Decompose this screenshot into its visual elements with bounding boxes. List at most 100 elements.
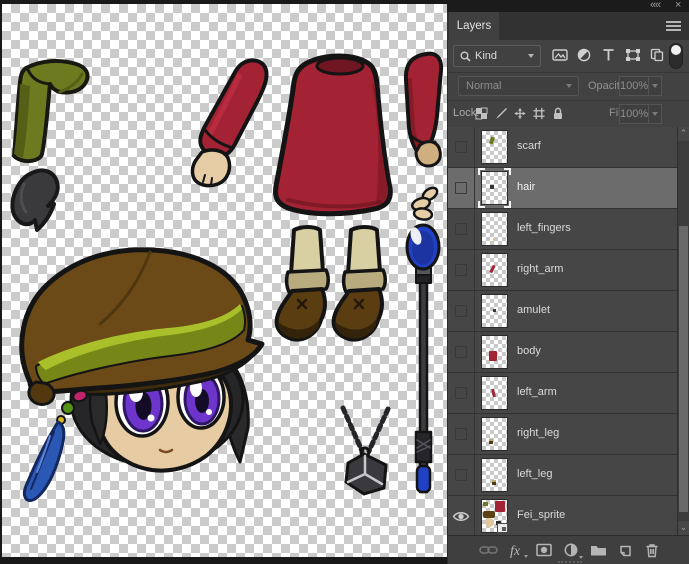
layer-name: right_leg <box>517 427 559 439</box>
layer-thumbnail[interactable] <box>481 171 508 205</box>
layer-thumbnail[interactable] <box>481 253 508 287</box>
blend-mode-dropdown[interactable]: Normal <box>458 76 579 96</box>
fx-label: fx <box>510 544 520 559</box>
search-icon <box>460 51 471 62</box>
layer-name: body <box>517 345 541 357</box>
layer-row-hair[interactable]: hair <box>448 168 677 209</box>
visibility-hidden-box <box>455 182 467 194</box>
lock-transparent-pixels-icon[interactable] <box>475 107 488 120</box>
application-window: «« × Layers Kind <box>0 0 689 564</box>
close-panel-icon[interactable]: × <box>675 0 679 12</box>
smart-objects-filter-icon[interactable] <box>650 48 664 62</box>
filter-kind-label: Kind <box>475 50 497 62</box>
layer-thumbnail[interactable] <box>481 499 508 533</box>
layer-thumbnail[interactable] <box>481 458 508 492</box>
visibility-toggle[interactable] <box>448 373 475 413</box>
panel-resize-grip[interactable] <box>558 561 582 563</box>
sprite-right-leg <box>277 227 329 340</box>
panel-content: Kind <box>447 40 689 564</box>
lock-image-pixels-icon[interactable] <box>494 107 508 120</box>
fill-field[interactable]: 100% <box>619 104 662 124</box>
toggle-knob <box>671 45 681 55</box>
lock-position-icon[interactable] <box>513 107 527 120</box>
blend-row: Normal Opacity: 100% <box>448 73 689 101</box>
visibility-toggle[interactable] <box>448 250 475 290</box>
layer-thumbnail[interactable] <box>481 376 508 410</box>
layer-row-right-arm[interactable]: right_arm <box>448 250 677 291</box>
layer-row-left-fingers[interactable]: left_fingers <box>448 209 677 250</box>
layer-thumbnail[interactable] <box>481 294 508 328</box>
link-layers-icon[interactable] <box>479 543 498 557</box>
layer-name: Fei_sprite <box>517 509 565 521</box>
new-adjustment-layer-icon[interactable] <box>564 543 578 557</box>
visibility-toggle[interactable] <box>448 127 475 167</box>
layer-filtering-toggle[interactable] <box>669 43 683 69</box>
lock-all-icon[interactable] <box>552 107 564 120</box>
visibility-toggle[interactable] <box>448 168 475 208</box>
chevron-down-icon <box>528 54 534 58</box>
layer-thumbnail[interactable] <box>481 212 508 246</box>
layer-row-right-leg[interactable]: right_leg <box>448 414 677 455</box>
type-layers-filter-icon[interactable] <box>602 48 615 62</box>
scroll-down-icon[interactable]: ⌄ <box>678 521 689 535</box>
layer-name: scarf <box>517 140 541 152</box>
panel-menu-icon[interactable] <box>666 21 681 31</box>
filter-kind-dropdown[interactable]: Kind <box>453 45 541 67</box>
opacity-value: 100% <box>620 77 648 95</box>
panel-tab-bar: Layers <box>447 12 689 40</box>
layer-effects-icon[interactable]: fx <box>510 542 520 560</box>
visibility-hidden-box <box>455 346 467 358</box>
panel-titlebar: «« × <box>447 0 689 12</box>
shape-layers-filter-icon[interactable] <box>625 48 641 62</box>
visibility-toggle[interactable] <box>448 496 475 536</box>
sprite-scarf <box>14 61 88 161</box>
sprite-staff <box>407 225 439 492</box>
layer-name: left_fingers <box>517 222 571 234</box>
visibility-toggle[interactable] <box>448 414 475 454</box>
blend-mode-value: Normal <box>466 80 501 92</box>
tab-layers[interactable]: Layers <box>449 12 499 40</box>
layer-row-left-leg[interactable]: left_leg <box>448 455 677 496</box>
sprite-left-leg <box>334 227 386 340</box>
scroll-up-icon[interactable]: ⌃ <box>678 127 689 141</box>
layers-panel: «« × Layers Kind <box>447 0 689 564</box>
adjustment-layers-filter-icon[interactable] <box>577 48 591 62</box>
filter-row: Kind <box>448 40 689 72</box>
visibility-toggle[interactable] <box>448 455 475 495</box>
sprite-amulet <box>343 408 388 494</box>
pixel-layers-filter-icon[interactable] <box>552 48 568 62</box>
layer-thumbnail[interactable] <box>481 417 508 451</box>
layers-list: scarf hair left_fingers <box>448 127 689 535</box>
visibility-hidden-box <box>455 223 467 235</box>
layer-thumbnail[interactable] <box>481 130 508 164</box>
layer-row-left-arm[interactable]: left_arm <box>448 373 677 414</box>
layer-row-fei-sprite[interactable]: Fei_sprite <box>448 496 677 537</box>
new-layer-icon[interactable] <box>618 543 633 558</box>
layer-name: hair <box>517 181 535 193</box>
fill-dropdown[interactable] <box>648 105 661 123</box>
layers-scrollbar[interactable]: ⌃ ⌄ <box>677 127 689 535</box>
visibility-hidden-box <box>455 264 467 276</box>
layer-row-scarf[interactable]: scarf <box>448 127 677 168</box>
layer-thumbnail[interactable] <box>481 335 508 369</box>
chevron-down-icon <box>652 112 658 116</box>
sprite-body <box>276 56 391 214</box>
collapse-panel-icon[interactable]: « <box>650 0 654 12</box>
visibility-hidden-box <box>455 387 467 399</box>
opacity-field[interactable]: 100% <box>619 76 662 96</box>
layer-row-amulet[interactable]: amulet <box>448 291 677 332</box>
visibility-toggle[interactable] <box>448 291 475 331</box>
new-group-icon[interactable] <box>590 543 607 557</box>
document-canvas[interactable] <box>2 4 447 557</box>
delete-layer-icon[interactable] <box>645 543 659 558</box>
layer-row-body[interactable]: body <box>448 332 677 373</box>
add-layer-mask-icon[interactable] <box>536 543 552 557</box>
visibility-toggle[interactable] <box>448 332 475 372</box>
sprite-sheet-artwork <box>2 4 447 557</box>
scrollbar-thumb[interactable] <box>679 226 688 512</box>
visibility-toggle[interactable] <box>448 209 475 249</box>
layer-name: left_leg <box>517 468 552 480</box>
opacity-dropdown[interactable] <box>648 77 661 95</box>
lock-artboard-icon[interactable] <box>532 107 546 120</box>
sprite-hair-tuft <box>12 170 57 230</box>
